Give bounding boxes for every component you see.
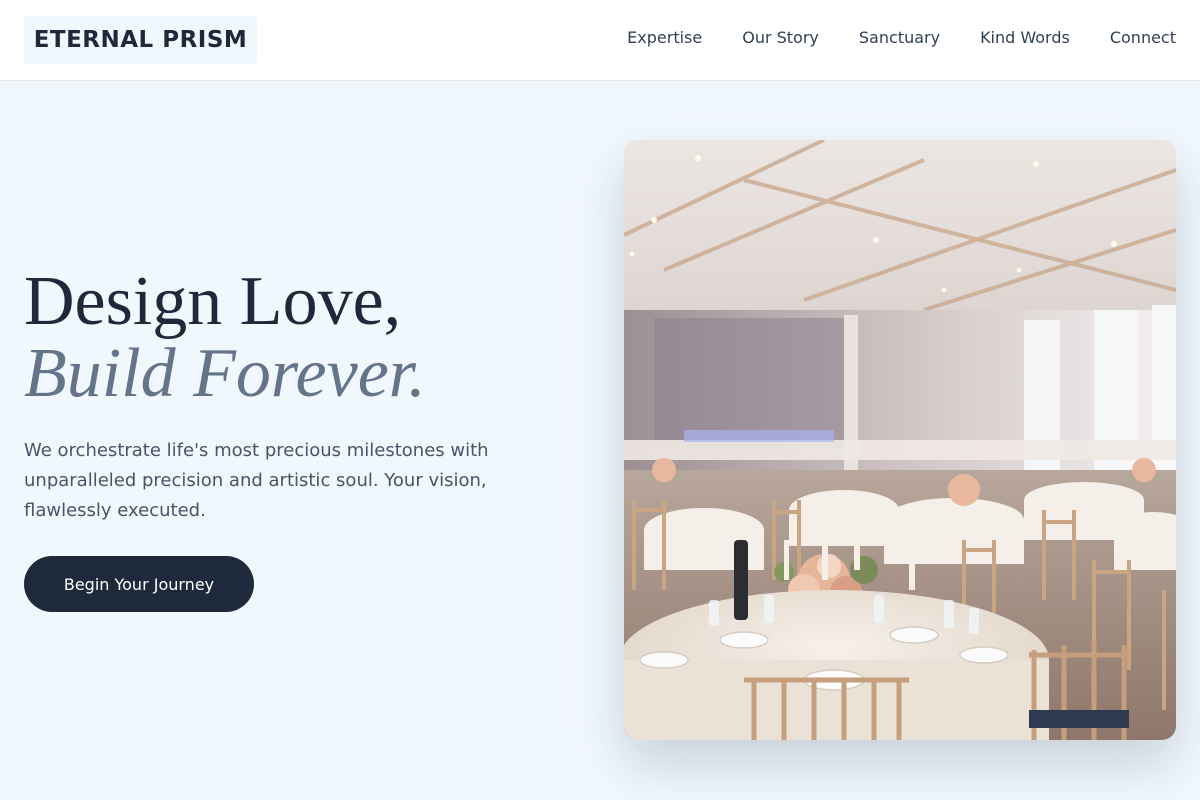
hero-image — [624, 140, 1176, 740]
nav-link-sanctuary[interactable]: Sanctuary — [859, 28, 940, 48]
hero-description: We orchestrate life's most precious mile… — [24, 440, 489, 521]
nav-link-expertise[interactable]: Expertise — [627, 28, 702, 48]
nav-link-our-story[interactable]: Our Story — [742, 28, 819, 48]
site-header: ETERNAL PRISM Expertise Our Story Sanctu… — [0, 0, 1200, 81]
banquet-hall-illustration — [624, 140, 1176, 740]
nav-link-connect[interactable]: Connect — [1110, 28, 1176, 48]
brand-logo[interactable]: ETERNAL PRISM — [24, 16, 257, 64]
begin-journey-button[interactable]: Begin Your Journey — [24, 556, 254, 612]
hero-title: Design Love, Build Forever. — [24, 266, 426, 410]
nav-link-kind-words[interactable]: Kind Words — [980, 28, 1070, 48]
main-nav: Expertise Our Story Sanctuary Kind Words… — [627, 28, 1176, 48]
hero-title-line1: Design Love, — [24, 263, 402, 340]
hero-title-line2: Build Forever. — [24, 335, 426, 412]
